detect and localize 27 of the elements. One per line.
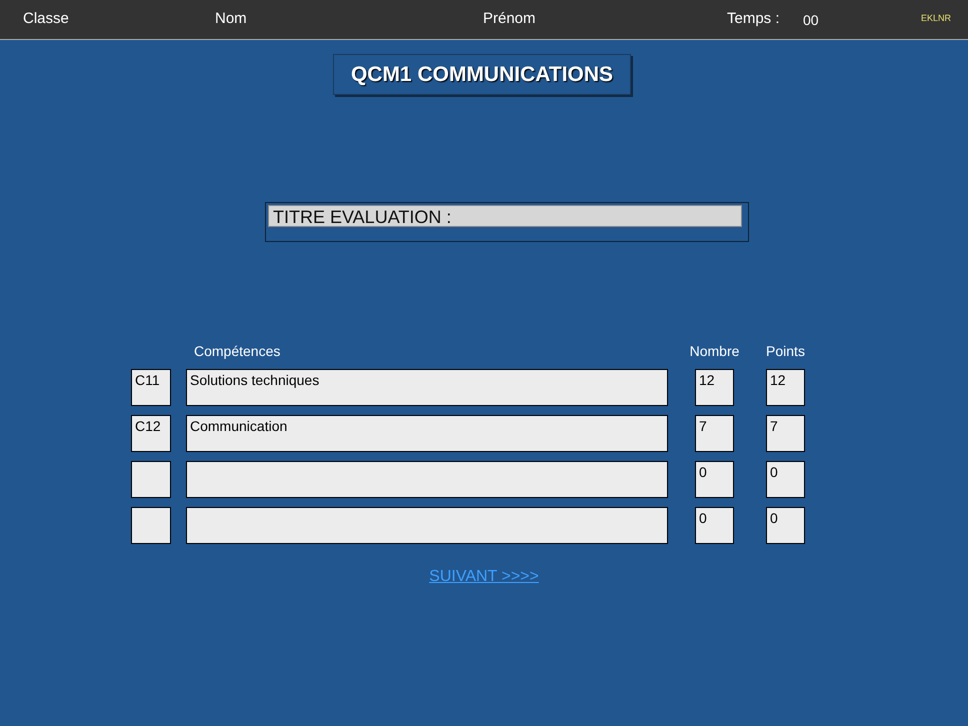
count-field[interactable]: 12	[695, 369, 734, 406]
count-field[interactable]: 7	[695, 415, 734, 452]
competence-field[interactable]: Communication	[186, 415, 668, 452]
code-field[interactable]	[131, 507, 171, 544]
column-header: Points	[766, 343, 805, 359]
competence-field[interactable]	[186, 461, 668, 498]
count-field[interactable]: 0	[695, 507, 734, 544]
points-field[interactable]: 12	[766, 369, 805, 406]
count-field[interactable]: 0	[695, 461, 734, 498]
header-label: Temps :	[727, 10, 780, 27]
header-label: Classe	[23, 10, 69, 27]
header-label: Prénom	[483, 10, 536, 27]
competence-field[interactable]: Solutions techniques	[186, 369, 668, 406]
competence-field[interactable]	[186, 507, 668, 544]
points-field[interactable]: 7	[766, 415, 805, 452]
code-field[interactable]	[131, 461, 171, 498]
column-header: Nombre	[690, 343, 740, 359]
points-field[interactable]: 0	[766, 507, 805, 544]
badge-label: EKLNR	[921, 13, 952, 23]
code-field[interactable]: C11	[131, 369, 171, 406]
column-header: Compétences	[194, 343, 280, 359]
timer-value: 00	[803, 12, 819, 28]
evaluation-title-field[interactable]: TITRE EVALUATION :	[268, 205, 742, 227]
points-field[interactable]: 0	[766, 461, 805, 498]
header-label: Nom	[215, 10, 247, 27]
code-field[interactable]: C12	[131, 415, 171, 452]
page-title: QCM1 COMMUNICATIONS	[333, 54, 631, 95]
